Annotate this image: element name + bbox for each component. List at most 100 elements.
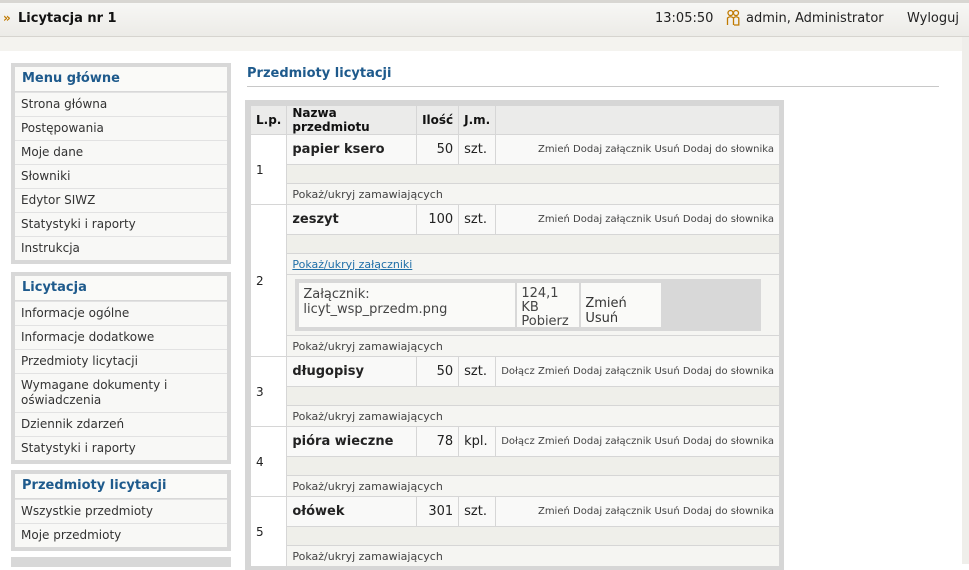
add-to-dictionary-link[interactable]: Dodaj do słownika [683,436,774,447]
item-unit: kpl. [459,427,496,456]
item-name: pióra wieczne [287,427,417,456]
item-name: długopisy [287,357,417,386]
menu-item-dictionaries[interactable]: Słowniki [15,164,227,188]
row-lp: 2 [251,205,287,356]
col-name: Nazwa przedmiotu [287,106,417,134]
row-toggle: Pokaż/ukryj zamawiających [251,406,779,426]
join-link[interactable]: Dołącz [501,436,535,447]
add-to-dictionary-link[interactable]: Dodaj do słownika [683,506,774,517]
attachment-change-link[interactable]: Zmień [585,296,626,311]
item-qty: 50 [417,135,459,164]
col-actions [496,106,779,134]
row-lp: 1 [251,135,287,204]
attachment-actions: Zmień Usuń [581,283,662,327]
items-table: L.p. Nazwa przedmiotu Ilość J.m. 1 papie… [250,105,780,567]
change-link[interactable]: Zmień [538,144,570,155]
menu-item-auction-items[interactable]: Przedmioty licytacji [15,349,227,373]
row-toggle-attachments: Pokaż/ukryj załączniki [251,254,779,274]
menu-item-my-data[interactable]: Moje dane [15,140,227,164]
clock: 13:05:50 [655,11,714,26]
toggle-orderers-link[interactable]: Pokaż/ukryj zamawiających [292,340,442,353]
change-link[interactable]: Zmień [538,436,570,447]
attachment-size: 124,1 KB [521,286,559,315]
table-row: 3 długopisy 50 szt. Dołącz Zmień Dodaj z… [251,357,779,426]
item-actions: Zmień Dodaj załącznik Usuń Dodaj do słow… [496,497,779,526]
app-header: » Licytacja nr 1 13:05:50 admin, Adminis… [0,3,969,37]
page-title: Licytacja nr 1 [18,11,117,26]
change-link[interactable]: Zmień [538,214,570,225]
row-spacer [251,457,779,475]
add-attachment-link[interactable]: Dodaj załącznik [573,214,651,225]
item-unit: szt. [459,135,496,164]
col-lp: L.p. [251,106,287,134]
menu-item-siwz-editor[interactable]: Edytor SIWZ [15,188,227,212]
menu-item-general-info[interactable]: Informacje ogólne [15,301,227,325]
attachment-delete-link[interactable]: Usuń [585,311,618,326]
item-unit: szt. [459,357,496,386]
download-link[interactable]: Pobierz [521,315,575,329]
menu-item-auction-statistics[interactable]: Statystyki i raporty [15,436,227,460]
menu-item-proceedings[interactable]: Postępowania [15,116,227,140]
row-spacer [251,235,779,253]
toggle-orderers-link[interactable]: Pokaż/ukryj zamawiających [292,188,442,201]
menu-item-statistics[interactable]: Statystyki i raporty [15,212,227,236]
item-actions: Zmień Dodaj załącznik Usuń Dodaj do słow… [496,205,779,234]
change-link[interactable]: Zmień [538,506,570,517]
menu-item-required-documents[interactable]: Wymagane dokumenty i oświadczenia [15,373,227,412]
item-qty: 50 [417,357,459,386]
menu-item-my-items[interactable]: Moje przedmioty [15,523,227,547]
menu-item-all-items[interactable]: Wszystkie przedmioty [15,499,227,523]
item-name: papier ksero [287,135,417,164]
delete-link[interactable]: Usuń [654,436,679,447]
double-arrow-icon: » [3,11,11,25]
menu-item-additional-info[interactable]: Informacje dodatkowe [15,325,227,349]
add-attachment-link[interactable]: Dodaj załącznik [573,436,651,447]
delete-link[interactable]: Usuń [654,506,679,517]
col-qty: Ilość [417,106,459,134]
row-attachment: Załącznik: licyt_wsp_przedm.png 124,1 KB… [251,275,779,335]
row-toggle: Pokaż/ukryj zamawiających [251,336,779,356]
toggle-orderers-link[interactable]: Pokaż/ukryj zamawiających [292,480,442,493]
header-spacer [0,37,969,51]
item-unit: szt. [459,497,496,526]
table-row: 2 zeszyt 100 szt. Zmień Dodaj załącznik … [251,205,779,356]
item-name: ołówek [287,497,417,526]
toggle-orderers-link[interactable]: Pokaż/ukryj zamawiających [292,550,442,563]
menu-item-home[interactable]: Strona główna [15,92,227,116]
menu-item-event-log[interactable]: Dziennik zdarzeń [15,412,227,436]
add-to-dictionary-link[interactable]: Dodaj do słownika [683,144,774,155]
toggle-orderers-link[interactable]: Pokaż/ukryj zamawiających [292,410,442,423]
delete-link[interactable]: Usuń [654,214,679,225]
section-divider [247,86,939,87]
users-icon [726,9,740,26]
item-qty: 100 [417,205,459,234]
items-table-container: L.p. Nazwa przedmiotu Ilość J.m. 1 papie… [245,100,784,570]
delete-link[interactable]: Usuń [654,144,679,155]
add-to-dictionary-link[interactable]: Dodaj do słownika [683,366,774,377]
row-spacer [251,165,779,183]
col-unit: J.m. [459,106,496,134]
menu-main: Menu główne Strona główna Postępowania M… [11,63,231,264]
row-lp: 5 [251,497,287,566]
item-name: zeszyt [287,205,417,234]
change-link[interactable]: Zmień [538,366,570,377]
delete-link[interactable]: Usuń [654,366,679,377]
right-edge [962,37,969,564]
row-toggle: Pokaż/ukryj zamawiających [251,546,779,566]
join-link[interactable]: Dołącz [501,366,535,377]
add-attachment-link[interactable]: Dodaj załącznik [573,366,651,377]
attachment-name: Załącznik: licyt_wsp_przedm.png [299,283,516,327]
menu-main-title: Menu główne [15,67,227,92]
section-title: Przedmioty licytacji [247,66,392,81]
row-spacer [251,527,779,545]
toggle-attachments-link[interactable]: Pokaż/ukryj załączniki [292,258,412,271]
item-actions: Zmień Dodaj załącznik Usuń Dodaj do słow… [496,135,779,164]
menu-auction-title: Licytacja [15,276,227,301]
logout-link[interactable]: Wyloguj [907,11,959,26]
item-qty: 301 [417,497,459,526]
add-to-dictionary-link[interactable]: Dodaj do słownika [683,214,774,225]
add-attachment-link[interactable]: Dodaj załącznik [573,506,651,517]
add-attachment-link[interactable]: Dodaj załącznik [573,144,651,155]
menu-item-instructions[interactable]: Instrukcja [15,236,227,260]
row-lp: 4 [251,427,287,496]
